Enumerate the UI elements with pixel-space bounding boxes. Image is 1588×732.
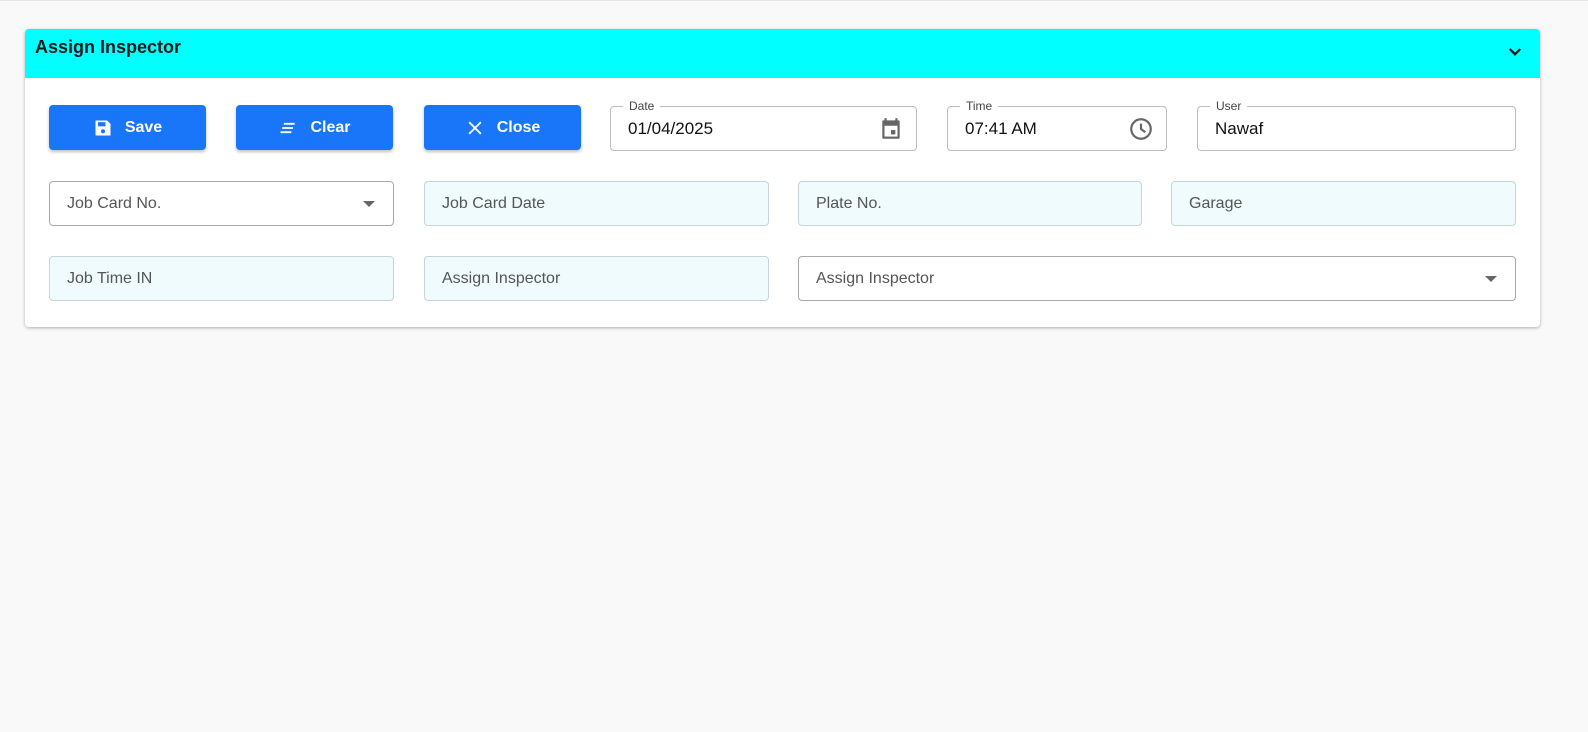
clear-label: Clear — [310, 118, 351, 136]
user-value: Nawaf — [1215, 119, 1264, 138]
job-time-in-input[interactable]: Job Time IN — [49, 256, 394, 301]
clear-icon — [280, 122, 296, 133]
job-card-no-select[interactable]: Job Card No. — [49, 181, 394, 226]
plate-no-placeholder: Plate No. — [816, 194, 882, 212]
save-button[interactable]: Save — [49, 105, 206, 150]
job-time-in-placeholder: Job Time IN — [67, 269, 153, 287]
assign-inspector-select[interactable]: Assign Inspector — [798, 256, 1516, 301]
date-value: 01/04/2025 — [628, 119, 714, 138]
panel-header[interactable]: Assign Inspector — [25, 29, 1540, 78]
time-label: Time — [960, 99, 999, 113]
panel-title: Assign Inspector — [35, 37, 182, 57]
close-label: Close — [496, 118, 541, 136]
user-field[interactable]: User Nawaf — [1197, 99, 1516, 151]
date-field[interactable]: Date 01/04/2025 — [610, 99, 917, 151]
save-icon — [95, 120, 111, 135]
dropdown-arrow-icon[interactable] — [363, 201, 375, 207]
save-label: Save — [124, 118, 163, 136]
clear-button[interactable]: Clear — [236, 105, 393, 150]
clock-icon[interactable] — [1128, 116, 1154, 142]
assign-inspector-input[interactable]: Assign Inspector — [424, 256, 769, 301]
assign-inspector-select-placeholder: Assign Inspector — [816, 269, 935, 287]
date-label: Date — [623, 99, 661, 113]
plate-no-input[interactable]: Plate No. — [798, 181, 1142, 226]
job-card-date-input[interactable]: Job Card Date — [424, 181, 769, 226]
job-card-no-placeholder: Job Card No. — [67, 194, 162, 212]
garage-placeholder: Garage — [1189, 194, 1243, 212]
chevron-down-icon[interactable] — [1506, 43, 1524, 61]
assign-inspector-panel: Assign Inspector Save Clear Close Date 0… — [25, 29, 1540, 327]
close-icon — [468, 121, 482, 134]
dropdown-arrow-icon[interactable] — [1485, 276, 1497, 282]
user-label: User — [1210, 99, 1248, 113]
time-value: 07:41 AM — [965, 119, 1037, 138]
close-button[interactable]: Close — [424, 105, 581, 150]
time-field[interactable]: Time 07:41 AM — [947, 99, 1167, 151]
job-card-date-placeholder: Job Card Date — [442, 194, 546, 212]
calendar-icon[interactable] — [878, 116, 904, 142]
garage-input[interactable]: Garage — [1171, 181, 1516, 226]
assign-inspector-placeholder: Assign Inspector — [442, 269, 561, 287]
